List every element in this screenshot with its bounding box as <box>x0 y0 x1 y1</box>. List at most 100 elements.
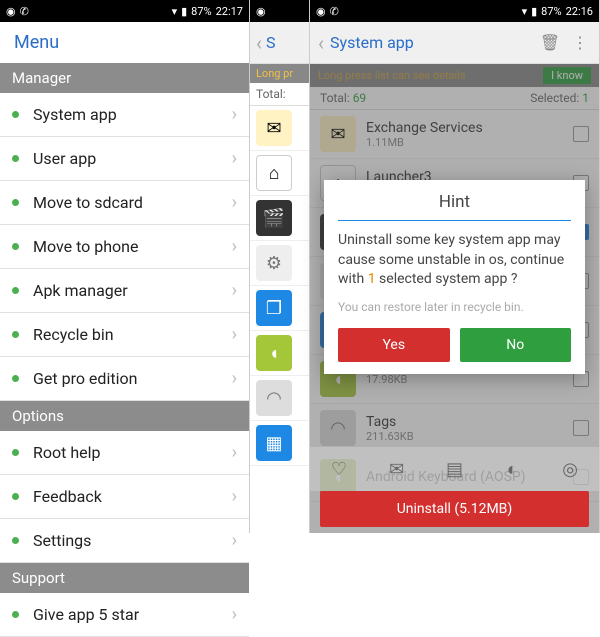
status-bar: ◉ ✆ ▾▮ 87% 22:16 <box>310 0 599 22</box>
gear-icon: ⚙ <box>256 245 292 281</box>
page-title: System app <box>330 33 531 52</box>
chevron-right-icon: › <box>232 530 237 551</box>
hint-dialog: Hint Uninstall some key system app may c… <box>324 180 585 374</box>
bullet-icon <box>12 493 19 500</box>
total-value: 69 <box>353 91 367 105</box>
app-bar: ‹S <box>250 22 309 64</box>
bullet-icon <box>12 155 19 162</box>
battery-text: 87% <box>541 5 561 18</box>
tool-icon[interactable]: ♡ <box>310 447 368 491</box>
mail-icon: ✉ <box>320 116 356 152</box>
app-row[interactable]: ◠Tags211.63KB <box>310 404 599 453</box>
menu-item-move-phone[interactable]: Move to phone› <box>0 225 249 269</box>
status-bar: ◉ ✆ ▾ ▮ 87% 22:17 <box>0 0 249 22</box>
totals-bar: Total: 69 Selected: 1 <box>310 87 599 110</box>
checkbox[interactable] <box>573 126 589 142</box>
menu-item-feedback[interactable]: Feedback› <box>0 475 249 519</box>
app-row[interactable]: ✉Exchange Services1.11MB <box>310 110 599 159</box>
list-item[interactable]: 🎬 <box>250 196 309 241</box>
menu-item-settings[interactable]: Settings› <box>0 519 249 563</box>
time-text: 22:16 <box>566 5 593 18</box>
chevron-right-icon: › <box>232 324 237 345</box>
menu-item-five-star[interactable]: Give app 5 star› <box>0 593 249 637</box>
back-icon[interactable]: ‹ <box>318 31 324 55</box>
tool-icon[interactable]: ◎ <box>541 447 599 491</box>
hint-banner: Long pr <box>250 64 309 83</box>
menu-item-pro-edition[interactable]: Get pro edition› <box>0 357 249 401</box>
title-fragment: S <box>266 33 276 52</box>
nfc-icon: ◠ <box>320 410 356 446</box>
app-icon: ▦ <box>256 425 292 461</box>
camera-icon: ◉ <box>316 5 326 18</box>
status-bar: ◉ <box>250 0 309 22</box>
panel-list-sliver: ◉ ‹S Long pr Total: ✉ ⌂ 🎬 ⚙ ❐ ◖ ◠ ▦ <box>250 0 310 533</box>
wifi-icon: ▾ <box>522 5 528 18</box>
bullet-icon <box>12 243 19 250</box>
bullet-icon <box>12 111 19 118</box>
chevron-right-icon: › <box>232 236 237 257</box>
menu-item-move-sdcard[interactable]: Move to sdcard› <box>0 181 249 225</box>
chevron-right-icon: › <box>232 192 237 213</box>
hint-text: Long press list can see details <box>318 69 543 82</box>
camera-icon: ◉ <box>6 5 16 18</box>
list-item[interactable]: ✉ <box>250 106 309 151</box>
phone-icon: ✆ <box>330 5 339 18</box>
tool-icon[interactable]: ▤ <box>426 447 484 491</box>
home-icon: ⌂ <box>256 155 292 191</box>
phone-icon: ✆ <box>20 5 29 18</box>
bottom-toolbar: ♡ ✉ ▤ ◐ ◎ <box>310 447 599 491</box>
android-icon: ◖ <box>256 335 292 371</box>
total-label: Total: <box>250 83 309 106</box>
back-icon[interactable]: ‹ <box>256 31 262 55</box>
mail-icon: ✉ <box>256 110 292 146</box>
signal-icon: ▮ <box>531 5 537 18</box>
chevron-right-icon: › <box>232 280 237 301</box>
app-bar: ‹ System app 🗑 ⋮ <box>310 22 599 64</box>
list-item[interactable]: ⌂ <box>250 151 309 196</box>
panel-menu: ◉ ✆ ▾ ▮ 87% 22:17 Menu Manager System ap… <box>0 0 250 533</box>
bullet-icon <box>12 331 19 338</box>
bullet-icon <box>12 199 19 206</box>
bullet-icon <box>12 449 19 456</box>
checkbox[interactable] <box>573 420 589 436</box>
list-item[interactable]: ◠ <box>250 376 309 421</box>
chevron-right-icon: › <box>232 104 237 125</box>
chevron-right-icon: › <box>232 486 237 507</box>
divider <box>338 220 571 221</box>
list-item[interactable]: ▦ <box>250 421 309 466</box>
dialog-title: Hint <box>338 192 571 220</box>
menu-title: Menu <box>0 22 249 63</box>
overflow-icon[interactable]: ⋮ <box>569 32 591 54</box>
yes-button[interactable]: Yes <box>338 328 450 362</box>
chevron-right-icon: › <box>232 442 237 463</box>
dialog-note: You can restore later in recycle bin. <box>338 300 571 314</box>
tool-icon[interactable]: ◐ <box>483 447 541 491</box>
dialog-message: Uninstall some key system app may cause … <box>338 231 571 290</box>
nfc-icon: ◠ <box>256 380 292 416</box>
menu-item-root-help[interactable]: Root help› <box>0 431 249 475</box>
menu-item-user-app[interactable]: User app› <box>0 137 249 181</box>
menu-item-system-app[interactable]: System app› <box>0 93 249 137</box>
trash-icon[interactable]: 🗑 <box>539 32 561 54</box>
bullet-icon <box>12 537 19 544</box>
chevron-right-icon: › <box>232 368 237 389</box>
chevron-right-icon: › <box>232 148 237 169</box>
iknow-button[interactable]: I know <box>543 67 591 84</box>
selected-count: 1 <box>368 271 376 287</box>
bullet-icon <box>12 375 19 382</box>
selected-value: 1 <box>582 91 589 105</box>
tool-mail-icon[interactable]: ✉ <box>368 447 426 491</box>
battery-text: 87% <box>191 5 211 18</box>
list-item[interactable]: ❐ <box>250 286 309 331</box>
uninstall-button[interactable]: Uninstall (5.12MB) <box>320 491 589 527</box>
list-item[interactable]: ◖ <box>250 331 309 376</box>
section-support: Support <box>0 563 249 593</box>
film-icon: 🎬 <box>256 200 292 236</box>
signal-icon: ▮ <box>181 5 187 18</box>
bullet-icon <box>12 287 19 294</box>
menu-item-recycle-bin[interactable]: Recycle bin› <box>0 313 249 357</box>
hint-banner: Long press list can see details I know <box>310 64 599 87</box>
menu-item-apk-manager[interactable]: Apk manager› <box>0 269 249 313</box>
list-item[interactable]: ⚙ <box>250 241 309 286</box>
no-button[interactable]: No <box>460 328 572 362</box>
